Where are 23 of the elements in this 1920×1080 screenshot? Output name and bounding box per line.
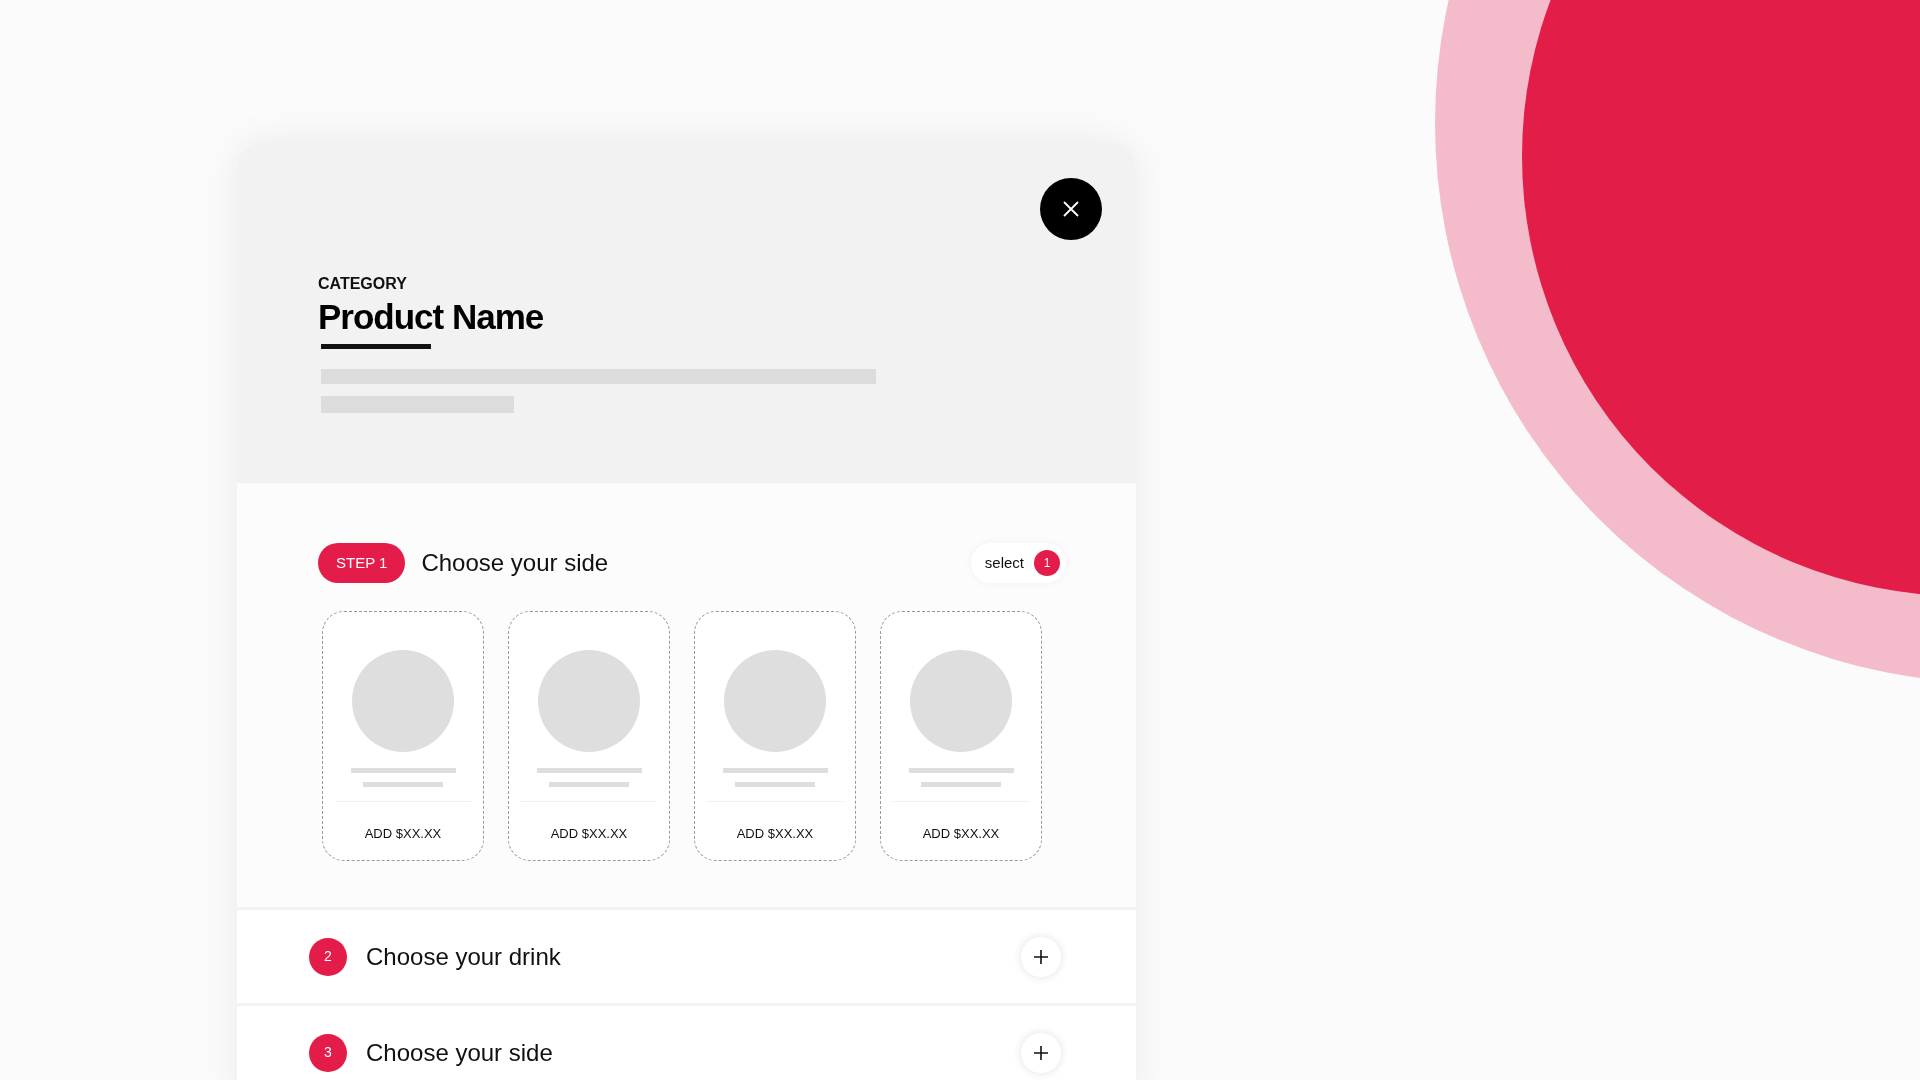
step-title: Choose your drink (366, 941, 561, 972)
expand-button[interactable] (1021, 1032, 1061, 1073)
step-badge: STEP 1 (318, 543, 406, 583)
option-price: ADD $XX.XX (922, 825, 1000, 843)
step-title: Choose your side (421, 548, 609, 578)
option-price: ADD $XX.XX (364, 825, 442, 843)
category-label: CATEGORY (318, 274, 408, 294)
option-card[interactable]: ADD $XX.XX (694, 611, 856, 861)
option-card[interactable]: ADD $XX.XX (322, 611, 484, 861)
expand-button[interactable] (1021, 936, 1061, 977)
product-title: Product Name (318, 296, 544, 338)
option-price: ADD $XX.XX (736, 825, 814, 843)
option-card[interactable]: ADD $XX.XX (508, 611, 670, 861)
plus-icon (1034, 949, 1048, 964)
step-number: 3 (309, 1033, 347, 1072)
option-price: ADD $XX.XX (550, 825, 628, 843)
option-card[interactable]: ADD $XX.XX (880, 611, 1042, 861)
count-badge: 1 (1034, 550, 1060, 576)
close-icon (1063, 201, 1079, 217)
step-title: Choose your side (366, 1037, 553, 1068)
plus-icon (1034, 1045, 1048, 1060)
select-label: select (984, 552, 1024, 573)
step-number: 2 (309, 937, 347, 976)
